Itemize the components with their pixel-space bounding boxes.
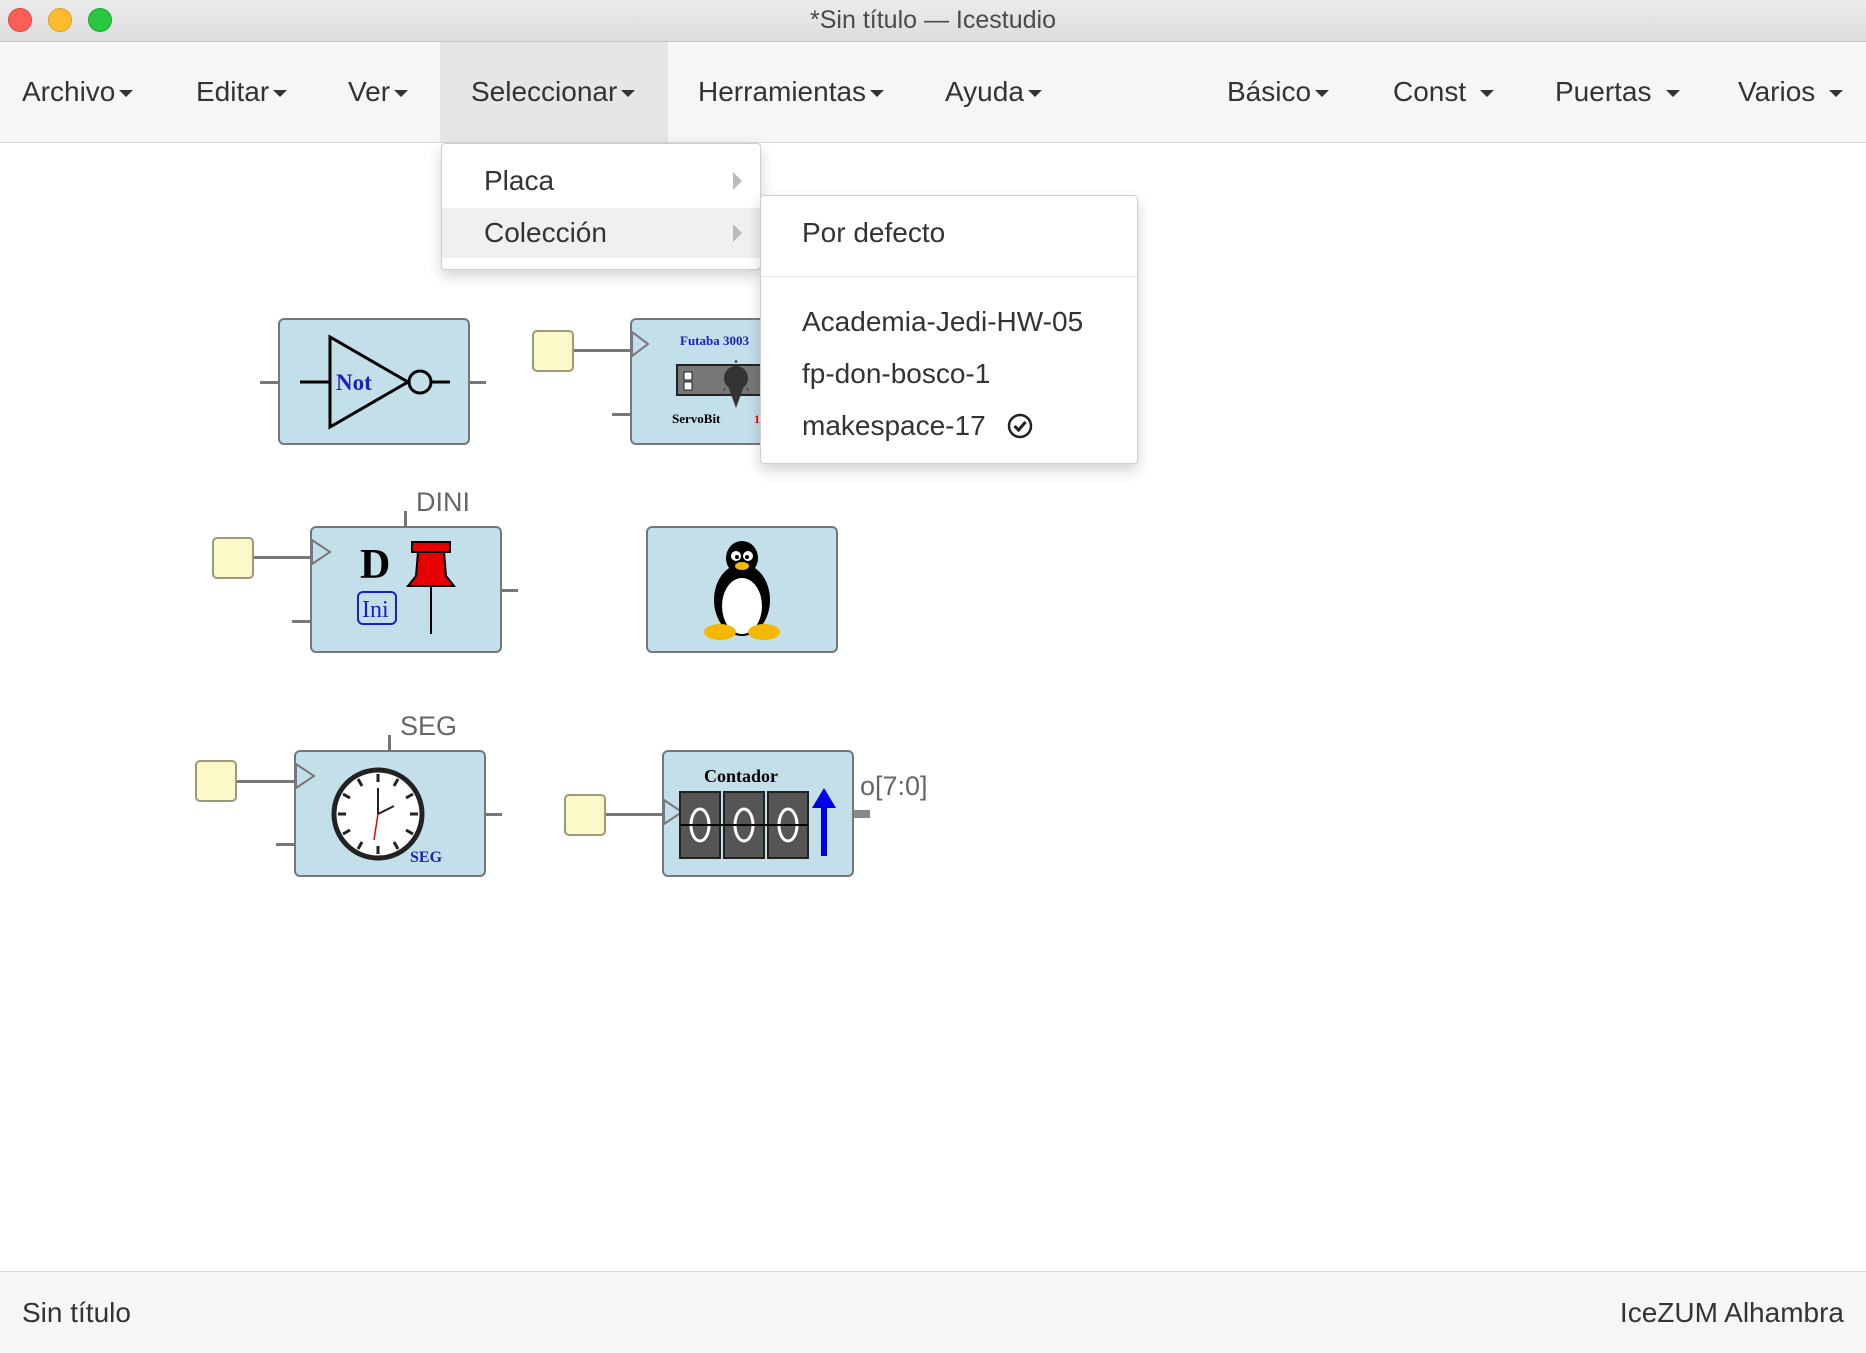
submenu-arrow-icon xyxy=(733,224,742,242)
collection-item-fp-don-bosco[interactable]: fp-don-bosco-1 xyxy=(761,349,1137,399)
collection-item-makespace[interactable]: makespace-17 xyxy=(761,401,1137,451)
caret-down-icon xyxy=(394,90,409,98)
input-port[interactable] xyxy=(532,330,574,372)
not-gate-icon: Not xyxy=(300,334,450,430)
menu-ayuda[interactable]: Ayuda xyxy=(945,42,1042,142)
select-menu-item-placa[interactable]: Placa xyxy=(442,156,760,206)
counter-title: Contador xyxy=(704,766,778,786)
select-menu-dropdown: Placa Colección xyxy=(441,143,761,270)
select-menu-item-coleccion[interactable]: Colección xyxy=(442,208,760,258)
status-project-name: Sin título xyxy=(22,1297,131,1328)
caret-down-icon xyxy=(1665,90,1680,98)
caret-down-icon xyxy=(1480,90,1495,98)
wire xyxy=(276,843,296,846)
status-board-name: IceZUM Alhambra xyxy=(1619,1297,1844,1328)
window-title: *Sin título — Icestudio xyxy=(810,6,1056,34)
menu-archivo[interactable]: Archivo xyxy=(22,42,134,142)
caret-down-icon xyxy=(1027,90,1042,98)
input-port[interactable] xyxy=(195,760,237,802)
caret-down-icon xyxy=(1315,90,1330,98)
menu-basico[interactable]: Básico xyxy=(1227,42,1330,142)
caret-down-icon xyxy=(870,90,885,98)
menu-puertas-label: Puertas xyxy=(1555,76,1652,107)
caret-down-icon xyxy=(119,90,134,98)
menu-varios-label: Varios xyxy=(1738,76,1816,107)
wire xyxy=(237,780,297,783)
wire xyxy=(606,813,664,816)
wire xyxy=(502,589,518,592)
menu-herramientas[interactable]: Herramientas xyxy=(698,42,885,142)
statusbar: Sin título IceZUM Alhambra xyxy=(0,1271,1866,1353)
servo-title: Futaba 3003 xyxy=(680,333,749,348)
wire xyxy=(470,381,486,384)
input-port[interactable] xyxy=(212,537,254,579)
window-titlebar: *Sin título — Icestudio xyxy=(0,0,1866,42)
block-seconds-timer[interactable]: SEG xyxy=(294,750,486,877)
menu-const[interactable]: Const xyxy=(1393,42,1495,142)
placa-label: Placa xyxy=(484,165,555,196)
caret-down-icon xyxy=(1829,90,1844,98)
seg-label: SEG xyxy=(410,849,443,866)
dini-symbol: D xyxy=(360,542,390,588)
menu-editar-label: Editar xyxy=(196,76,270,107)
menu-seleccionar-label: Seleccionar xyxy=(471,76,618,107)
submenu-arrow-icon xyxy=(733,172,742,190)
block-linux-penguin[interactable] xyxy=(646,526,838,653)
menu-const-label: Const xyxy=(1393,76,1467,107)
coleccion-label: Colección xyxy=(484,217,607,248)
input-port[interactable] xyxy=(564,794,606,836)
caret-down-icon xyxy=(621,90,636,98)
dff-dini-icon: D Ini xyxy=(311,538,457,634)
menu-archivo-label: Archivo xyxy=(22,76,116,107)
param-label-dini: DINI xyxy=(416,487,470,517)
clock-icon: SEG xyxy=(295,762,443,866)
block-counter[interactable]: Contador xyxy=(662,750,854,877)
menu-puertas[interactable]: Puertas xyxy=(1555,42,1680,142)
close-window-button[interactable] xyxy=(8,8,32,32)
collection-submenu: Por defecto Academia-Jedi-HW-05 fp-don-b… xyxy=(760,195,1138,464)
wire xyxy=(486,813,502,816)
menu-ayuda-label: Ayuda xyxy=(945,76,1024,107)
makespace-label: makespace-17 xyxy=(802,410,986,441)
maximize-window-button[interactable] xyxy=(88,8,112,32)
block-servo[interactable]: Futaba 3003 ServoBit 18 xyxy=(630,318,770,445)
menu-herramientas-label: Herramientas xyxy=(698,76,867,107)
caret-down-icon xyxy=(273,90,288,98)
bus-wire xyxy=(854,810,870,818)
collection-item-default[interactable]: Por defecto xyxy=(761,208,1137,258)
wire xyxy=(260,381,280,384)
check-circle-icon xyxy=(1008,413,1033,438)
collection-item-academia[interactable]: Academia-Jedi-HW-05 xyxy=(761,297,1137,347)
servo-icon: Futaba 3003 ServoBit 18 xyxy=(631,330,768,426)
menubar: Archivo Editar Ver Seleccionar Herramien… xyxy=(0,42,1866,143)
not-label: Not xyxy=(336,370,372,395)
menu-editar[interactable]: Editar xyxy=(196,42,288,142)
menu-seleccionar[interactable]: Seleccionar xyxy=(440,42,668,142)
dini-ini-label: Ini xyxy=(362,597,389,623)
menu-divider xyxy=(761,276,1137,277)
minimize-window-button[interactable] xyxy=(48,8,72,32)
menu-basico-label: Básico xyxy=(1227,76,1312,107)
penguin-icon xyxy=(704,541,780,640)
wire xyxy=(612,413,632,416)
menu-ver-label: Ver xyxy=(348,76,391,107)
servo-brand: ServoBit xyxy=(672,411,721,426)
wire xyxy=(574,349,630,352)
counter-icon: Contador xyxy=(663,766,836,859)
param-label-seg: SEG xyxy=(400,711,458,741)
block-not-gate[interactable]: Not xyxy=(278,318,470,445)
menu-varios[interactable]: Varios xyxy=(1738,42,1844,142)
menu-ver[interactable]: Ver xyxy=(348,42,409,142)
wire xyxy=(254,556,312,559)
block-dff-dini[interactable]: D Ini xyxy=(310,526,502,653)
wire xyxy=(292,620,312,623)
counter-output-label: o[7:0] xyxy=(860,771,928,801)
